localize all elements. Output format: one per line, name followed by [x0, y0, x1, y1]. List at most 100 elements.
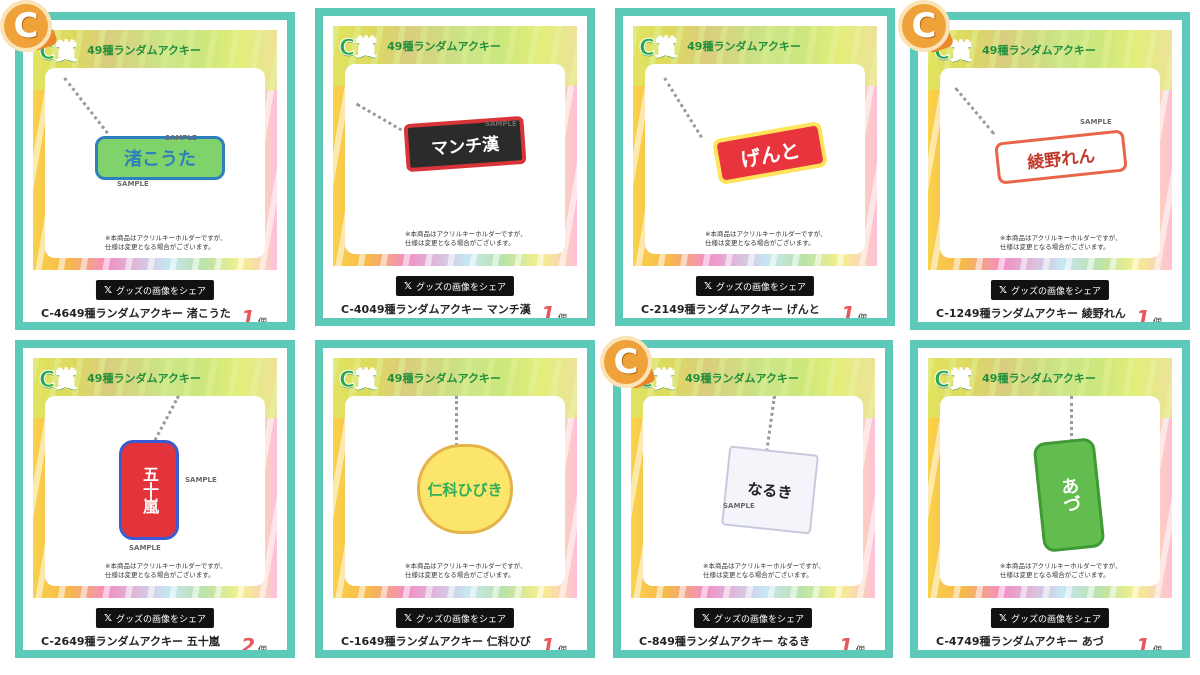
count-number: 1 [841, 302, 855, 318]
c-prize-badge-icon: C [600, 336, 652, 388]
sample-mark: SAMPLE [485, 120, 517, 128]
series-label: 49種ランダムアクキー [387, 40, 501, 53]
card-header: C賞 49種ランダムアクキー [38, 362, 201, 394]
ball-chain [954, 87, 996, 135]
note-line: 仕様は変更となる場合がございます。 [405, 239, 515, 247]
share-button[interactable]: 𝕏 グッズの画像をシェア [95, 608, 215, 628]
card-inner: C賞 49種ランダムアクキー 五十嵐 SAMPLE SAMPLE ※本商品はアク… [23, 348, 287, 650]
goods-card: C賞 49種ランダムアクキー なるき SAMPLE ※本商品はアクリルキーホルダ… [613, 340, 893, 658]
series-label: 49種ランダムアクキー [685, 372, 799, 385]
share-label: グッズの画像をシェア [1011, 614, 1102, 625]
prize-label: C賞 [38, 368, 78, 394]
product-note: ※本商品はアクリルキーホルダーですが、 仕様は変更となる場合がございます。 [703, 562, 853, 580]
sample-mark: SAMPLE [1080, 118, 1112, 126]
item-image: 仁科ひびき ※本商品はアクリルキーホルダーですが、 仕様は変更となる場合がござい… [345, 396, 565, 586]
count-number: 1 [1136, 306, 1150, 322]
card-inner: C賞 49種ランダムアクキー マンチ漢 SAMPLE ※本商品はアクリルキーホル… [323, 16, 587, 318]
ball-chain [355, 102, 410, 136]
product-note: ※本商品はアクリルキーホルダーですが、 仕様は変更となる場合がございます。 [705, 230, 855, 248]
product-note: ※本商品はアクリルキーホルダーですが、 仕様は変更となる場合がございます。 [1000, 562, 1150, 580]
series-label: 49種ランダムアクキー [387, 372, 501, 385]
count-number: 1 [1136, 634, 1150, 650]
goods-card: C賞 49種ランダムアクキー げんと ※本商品はアクリルキーホルダーですが、 仕… [615, 8, 895, 326]
count-number: 1 [241, 306, 255, 322]
series-label: 49種ランダムアクキー [982, 44, 1096, 57]
card-inner: C賞 49種ランダムアクキー 仁科ひびき ※本商品はアクリルキーホルダーですが、… [323, 348, 587, 650]
card-inner: C賞 49種ランダムアクキー げんと ※本商品はアクリルキーホルダーですが、 仕… [623, 16, 887, 318]
count-number: 1 [541, 302, 555, 318]
card-header: C賞 49種ランダムアクキー [338, 30, 501, 62]
goods-count: 1 個 [839, 634, 865, 650]
product-note: ※本商品はアクリルキーホルダーですが、 仕様は変更となる場合がございます。 [105, 562, 255, 580]
prize-label: C賞 [338, 368, 378, 394]
goods-name: C-849種ランダムアクキー なるき [639, 635, 811, 648]
prize-label: C賞 [933, 368, 973, 394]
sample-mark: SAMPLE [165, 134, 197, 142]
ball-chain [455, 396, 458, 446]
goods-card: C賞 49種ランダムアクキー マンチ漢 SAMPLE ※本商品はアクリルキーホル… [315, 8, 595, 326]
sample-mark: SAMPLE [129, 544, 161, 552]
card-inner: C賞 49種ランダムアクキー あづ ※本商品はアクリルキーホルダーですが、 仕様… [918, 348, 1182, 650]
ball-chain [63, 77, 109, 135]
x-logo-icon: 𝕏 [103, 284, 113, 296]
goods-card: C賞 49種ランダムアクキー 綾野れん SAMPLE ※本商品はアクリルキーホル… [910, 12, 1190, 330]
item-image: 渚こうた SAMPLE SAMPLE ※本商品はアクリルキーホルダーですが、 仕… [45, 68, 265, 258]
sample-mark: SAMPLE [723, 502, 755, 510]
share-button[interactable]: 𝕏 グッズの画像をシェア [990, 608, 1110, 628]
share-button[interactable]: 𝕏 グッズの画像をシェア [95, 280, 215, 300]
product-note: ※本商品はアクリルキーホルダーですが、 仕様は変更となる場合がございます。 [1000, 234, 1150, 252]
series-label: 49種ランダムアクキー [687, 40, 801, 53]
card-header: C賞 49種ランダムアクキー [933, 362, 1095, 394]
goods-count: 1 個 [541, 634, 567, 650]
count-unit: 個 [1153, 643, 1162, 650]
count-unit: 個 [856, 643, 865, 650]
x-logo-icon: 𝕏 [998, 612, 1008, 624]
note-line: ※本商品はアクリルキーホルダーですが、 [105, 234, 227, 242]
prize-label: C賞 [338, 36, 378, 62]
goods-count: 1 個 [1136, 634, 1162, 650]
goods-count: 1 個 [241, 306, 267, 322]
share-label: グッズの画像をシェア [1011, 286, 1102, 297]
ball-chain [1070, 396, 1073, 442]
share-button[interactable]: 𝕏 グッズの画像をシェア [693, 608, 813, 628]
goods-name: C-2149種ランダムアクキー げんと [641, 303, 820, 316]
keychain: げんと [711, 120, 829, 186]
item-image: 五十嵐 SAMPLE SAMPLE ※本商品はアクリルキーホルダーですが、 仕様… [45, 395, 265, 586]
x-logo-icon: 𝕏 [403, 612, 413, 624]
note-line: 仕様は変更となる場合がございます。 [105, 243, 215, 251]
product-note: ※本商品はアクリルキーホルダーですが、 仕様は変更となる場合がございます。 [105, 234, 255, 252]
goods-count: 1 個 [841, 302, 867, 318]
keychain: あづ [1032, 437, 1106, 553]
goods-count: 1 個 [1136, 306, 1162, 322]
note-line: ※本商品はアクリルキーホルダーですが、 [1000, 562, 1122, 570]
note-line: ※本商品はアクリルキーホルダーですが、 [405, 562, 527, 570]
share-button[interactable]: 𝕏 グッズの画像をシェア [695, 276, 815, 296]
note-line: 仕様は変更となる場合がございます。 [105, 571, 215, 579]
card-header: C賞 49種ランダムアクキー [38, 34, 201, 66]
x-logo-icon: 𝕏 [998, 284, 1008, 296]
x-logo-icon: 𝕏 [701, 612, 711, 624]
goods-name: C-4749種ランダムアクキー あづ [936, 635, 1104, 648]
series-label: 49種ランダムアクキー [87, 372, 201, 385]
keychain: 綾野れん [994, 129, 1128, 185]
share-button[interactable]: 𝕏 グッズの画像をシェア [395, 608, 515, 628]
share-button[interactable]: 𝕏 グッズの画像をシェア [395, 276, 515, 296]
item-image: 綾野れん SAMPLE ※本商品はアクリルキーホルダーですが、 仕様は変更となる… [940, 68, 1160, 258]
c-prize-badge-icon: C [0, 0, 52, 52]
item-image: マンチ漢 SAMPLE ※本商品はアクリルキーホルダーですが、 仕様は変更となる… [345, 64, 565, 254]
note-line: ※本商品はアクリルキーホルダーですが、 [105, 562, 227, 570]
goods-count: 1 個 [541, 302, 567, 318]
share-button[interactable]: 𝕏 グッズの画像をシェア [990, 280, 1110, 300]
series-label: 49種ランダムアクキー [87, 44, 201, 57]
item-image: げんと ※本商品はアクリルキーホルダーですが、 仕様は変更となる場合がございます… [645, 64, 865, 254]
x-logo-icon: 𝕏 [403, 280, 413, 292]
goods-card: C賞 49種ランダムアクキー 仁科ひびき ※本商品はアクリルキーホルダーですが、… [315, 340, 595, 658]
note-line: ※本商品はアクリルキーホルダーですが、 [705, 230, 827, 238]
note-line: ※本商品はアクリルキーホルダーですが、 [703, 562, 825, 570]
note-line: 仕様は変更となる場合がございます。 [705, 239, 815, 247]
share-label: グッズの画像をシェア [416, 614, 507, 625]
card-header: C賞 49種ランダムアクキー [638, 30, 801, 62]
share-label: グッズの画像をシェア [416, 282, 507, 293]
keychain: 仁科ひびき [417, 444, 513, 534]
card-header: C賞 49種ランダムアクキー [338, 362, 501, 394]
